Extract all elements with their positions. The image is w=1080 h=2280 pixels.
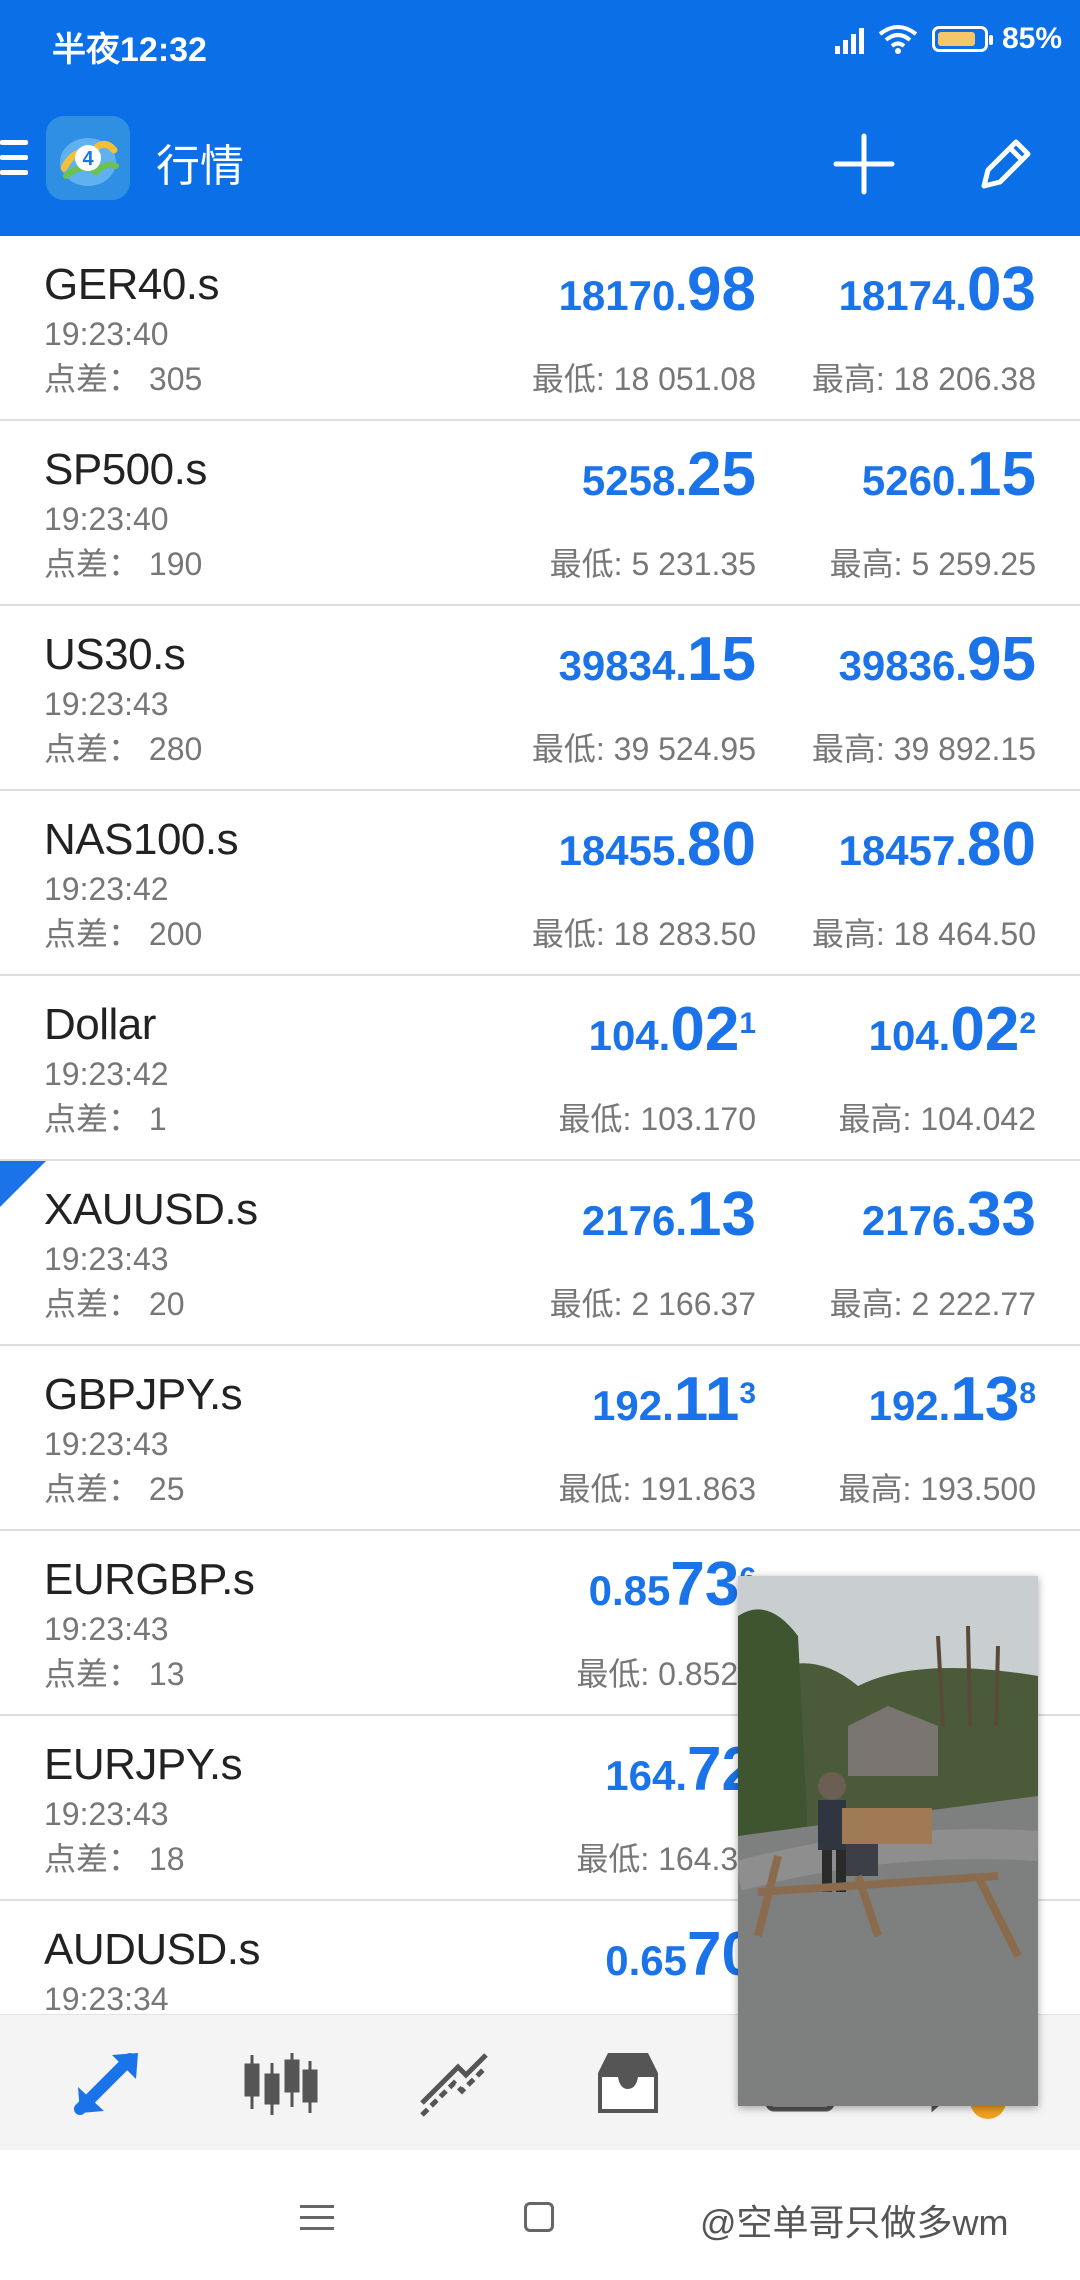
quote-time: 19:23:40	[44, 316, 169, 352]
quote-time: 19:23:43	[44, 1796, 169, 1832]
quote-spread: 点差： 20	[44, 1286, 185, 1322]
quote-symbol: US30.s	[44, 630, 186, 679]
metatrader-logo-icon[interactable]: 4	[46, 116, 130, 200]
quote-spread: 点差： 190	[44, 546, 203, 582]
low-price: 最低: 5 231.35	[549, 546, 756, 582]
menu-icon[interactable]	[0, 140, 28, 180]
nav-history-button[interactable]	[588, 2043, 668, 2123]
low-price: 最低: 103.170	[558, 1101, 756, 1137]
quote-time: 19:23:43	[44, 686, 169, 722]
quote-symbol: GBPJPY.s	[44, 1370, 243, 1419]
low-price: 最低: 39 524.95	[531, 731, 756, 767]
quote-time: 19:23:42	[44, 1056, 169, 1092]
low-price: 最低: 18 051.08	[531, 361, 756, 397]
quote-spread: 点差： 13	[44, 1656, 185, 1692]
battery-icon	[931, 26, 993, 52]
quote-symbol: GER40.s	[44, 260, 220, 309]
high-price: 最高: 104.042	[838, 1101, 1036, 1137]
ask-price[interactable]: 2176.33	[862, 1184, 1036, 1261]
high-price: 最高: 2 222.77	[829, 1286, 1036, 1322]
ask-price[interactable]: 192.138	[869, 1369, 1036, 1446]
quote-spread: 点差： 280	[44, 731, 203, 767]
high-price: 最高: 39 892.15	[811, 731, 1036, 767]
wifi-icon	[878, 25, 918, 54]
high-price: 最高: 193.500	[838, 1471, 1036, 1507]
ask-price[interactable]: 39836.95	[839, 629, 1036, 706]
bid-price[interactable]: 0.6570	[605, 1924, 756, 2001]
watermark-text: @空单哥只做多wm	[700, 2202, 1009, 2243]
quote-time: 19:23:40	[44, 501, 169, 537]
quote-symbol: EURJPY.s	[44, 1740, 243, 1789]
bid-price[interactable]: 18170.98	[559, 259, 756, 336]
nav-chart-button[interactable]	[240, 2043, 320, 2123]
quote-symbol: XAUUSD.s	[44, 1185, 258, 1234]
page-title: 行情	[156, 142, 244, 191]
high-price: 最高: 18 206.38	[811, 361, 1036, 397]
quote-spread: 点差： 1	[44, 1101, 167, 1137]
low-price: 最低: 2 166.37	[549, 1286, 756, 1322]
quote-time: 19:23:42	[44, 871, 169, 907]
quote-row[interactable]: GBPJPY.s 19:23:43 点差： 25 192.113 192.138 最低: …	[0, 1346, 1080, 1531]
ask-price[interactable]: 5260.15	[862, 444, 1036, 521]
status-icons: 85%	[834, 22, 1062, 56]
quote-time: 19:23:43	[44, 1426, 169, 1462]
recent-apps-icon[interactable]	[300, 2205, 334, 2238]
quote-row[interactable]: GER40.s 19:23:40 点差： 305 18170.98 18174.03 最低…	[0, 236, 1080, 421]
low-price: 最低: 18 283.50	[531, 916, 756, 952]
quote-symbol: Dollar	[44, 1000, 156, 1049]
low-price: 最低: 0.8528	[576, 1656, 756, 1692]
toolbar: 4 行情	[0, 88, 1080, 236]
low-price: 最低: 164.33	[576, 1841, 756, 1877]
quote-spread: 点差： 305	[44, 361, 203, 397]
quote-symbol: EURGBP.s	[44, 1555, 255, 1604]
ask-price[interactable]: 18174.03	[839, 259, 1036, 336]
quote-spread: 点差： 18	[44, 1841, 185, 1877]
floating-video-window[interactable]	[738, 1576, 1038, 2106]
home-icon[interactable]	[524, 2202, 554, 2232]
bid-price[interactable]: 39834.15	[559, 629, 756, 706]
quote-row[interactable]: SP500.s 19:23:40 点差： 190 5258.25 5260.15 最低: …	[0, 421, 1080, 606]
bid-price[interactable]: 192.113	[592, 1369, 756, 1446]
nav-quotes-button[interactable]	[68, 2043, 148, 2123]
quote-row[interactable]: NAS100.s 19:23:42 点差： 200 18455.80 18457.80 最…	[0, 791, 1080, 976]
bid-price[interactable]: 104.021	[589, 999, 756, 1076]
bid-price[interactable]: 18455.80	[559, 814, 756, 891]
candlestick-icon	[244, 2053, 318, 2115]
quote-symbol: AUDUSD.s	[44, 1925, 261, 1974]
ask-price[interactable]: 18457.80	[839, 814, 1036, 891]
edit-icon[interactable]	[970, 128, 1042, 200]
battery-percent: 85%	[1001, 22, 1062, 55]
quote-row[interactable]: US30.s 19:23:43 点差： 280 39834.15 39836.95 最低:…	[0, 606, 1080, 791]
high-price: 最高: 5 259.25	[829, 546, 1036, 582]
svg-text:4: 4	[82, 148, 94, 170]
ask-price[interactable]: 104.022	[869, 999, 1036, 1076]
low-price: 最低: 191.863	[558, 1471, 756, 1507]
quote-symbol: SP500.s	[44, 445, 207, 494]
bid-price[interactable]: 5258.25	[582, 444, 756, 521]
system-nav-bar: @空单哥只做多wm	[0, 2150, 1080, 2280]
add-icon[interactable]	[828, 128, 900, 200]
quote-symbol: NAS100.s	[44, 815, 239, 864]
quote-row[interactable]: XAUUSD.s 19:23:43 点差： 20 2176.13 2176.33 最低: …	[0, 1161, 1080, 1346]
quote-spread: 点差： 25	[44, 1471, 185, 1507]
status-time: 半夜12:32	[52, 31, 207, 69]
quote-time: 19:23:43	[44, 1611, 169, 1647]
quote-time: 19:23:34	[44, 1981, 169, 2017]
quote-time: 19:23:43	[44, 1241, 169, 1277]
inbox-icon	[598, 2053, 658, 2113]
high-price: 最高: 18 464.50	[811, 916, 1036, 952]
video-frame-image	[738, 1576, 1038, 2106]
nav-trade-button[interactable]	[414, 2043, 494, 2123]
status-bar: 半夜12:32 85%	[0, 0, 1080, 88]
bid-price[interactable]: 0.85736	[589, 1554, 756, 1631]
trade-trend-icon	[420, 2053, 488, 2117]
bid-price[interactable]: 2176.13	[582, 1184, 756, 1261]
quotes-arrows-icon	[74, 2053, 138, 2115]
signal-icon	[834, 24, 864, 54]
quote-spread: 点差： 200	[44, 916, 203, 952]
selected-indicator	[0, 1161, 46, 1207]
quote-row[interactable]: Dollar 19:23:42 点差： 1 104.021 104.022 最低: 103…	[0, 976, 1080, 1161]
bid-price[interactable]: 164.72	[605, 1739, 756, 1816]
